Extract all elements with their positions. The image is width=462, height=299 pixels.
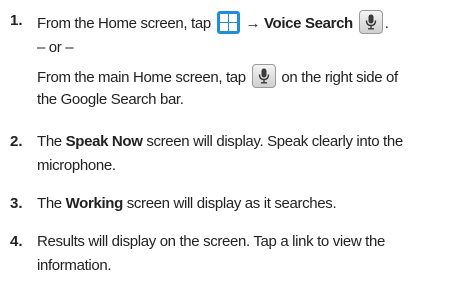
voice-search-label: Voice Search bbox=[263, 14, 353, 32]
step-number-3: 3. bbox=[10, 195, 23, 212]
step-3-text-start: The bbox=[37, 195, 62, 212]
step-1-text: From the Home screen, tap bbox=[37, 14, 211, 32]
document-page: 1. From the Home screen, tap → Voice Sea… bbox=[0, 0, 462, 299]
step-1-line-1: From the Home screen, tap → Voice Search… bbox=[37, 10, 389, 36]
step-1-line-3: From the main Home screen, tap on the ri… bbox=[37, 64, 398, 90]
apps-grid-icon bbox=[216, 10, 240, 34]
step-1-line-3-end: on the right side of bbox=[281, 68, 398, 86]
step-2-line-1: The Speak Now screen will display. Speak… bbox=[37, 133, 403, 151]
step-2-text-end: screen will display. Speak clearly into … bbox=[146, 133, 403, 150]
working-label: Working bbox=[65, 195, 124, 212]
step-1-period: . bbox=[384, 14, 389, 32]
step-3-text-end: screen will display as it searches. bbox=[126, 195, 337, 212]
step-2-line-2: microphone. bbox=[37, 157, 116, 174]
step-4-line-1: Results will display on the screen. Tap … bbox=[37, 233, 385, 250]
step-1-line-3-start: From the main Home screen, tap bbox=[37, 68, 246, 86]
step-4-line-2: information. bbox=[37, 257, 112, 274]
microphone-icon bbox=[251, 64, 276, 88]
step-number-1: 1. bbox=[10, 12, 23, 29]
step-1-or: – or – bbox=[37, 39, 74, 56]
step-number-4: 4. bbox=[10, 233, 23, 250]
step-1-line-4: the Google Search bar. bbox=[37, 91, 184, 108]
step-2-text-start: The bbox=[37, 133, 62, 150]
arrow-symbol: → bbox=[245, 14, 261, 32]
step-3-line-1: The Working screen will display as it se… bbox=[37, 195, 337, 213]
microphone-icon bbox=[358, 10, 383, 34]
speak-now-label: Speak Now bbox=[65, 133, 143, 150]
step-number-2: 2. bbox=[10, 133, 23, 150]
